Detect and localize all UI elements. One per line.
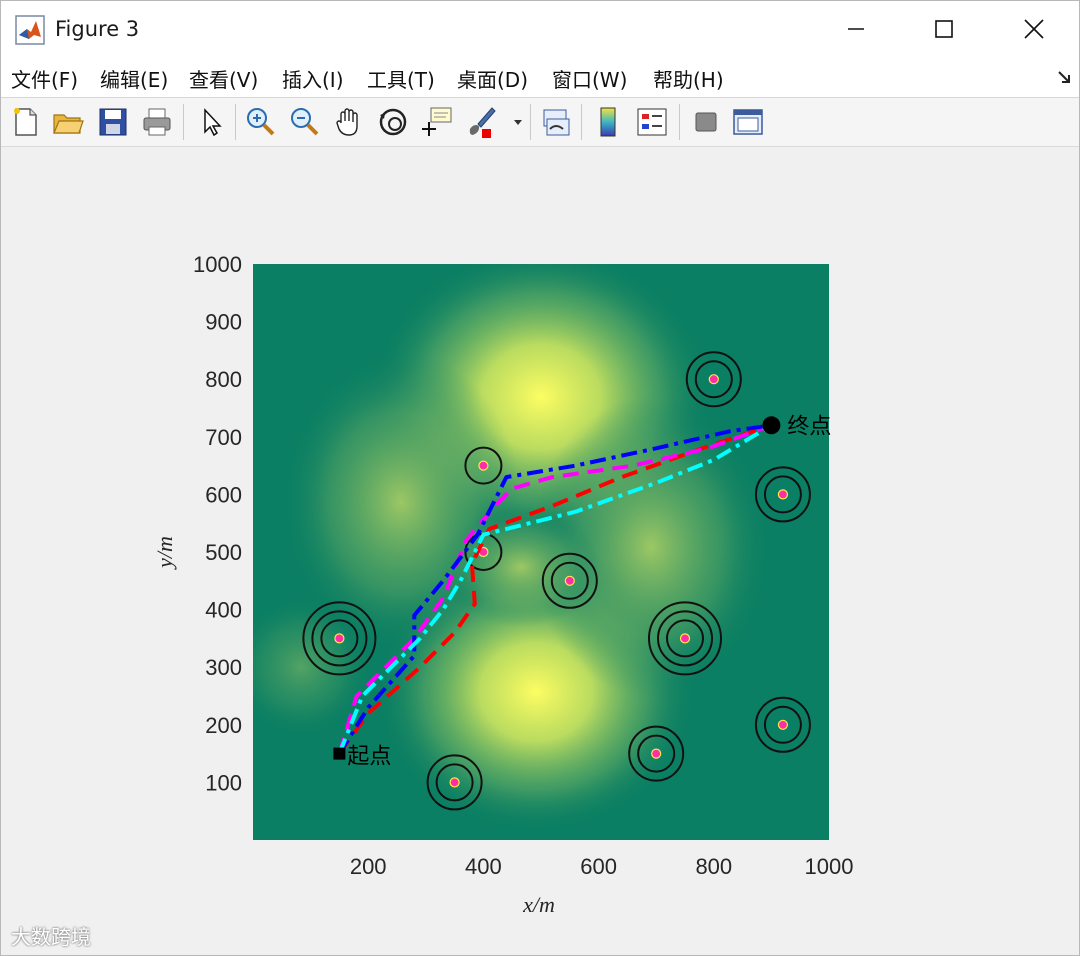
obstacle-center — [478, 460, 489, 471]
figure-toolbar — [1, 98, 1079, 147]
close-button[interactable] — [989, 1, 1079, 57]
data-cursor-icon — [422, 107, 452, 136]
obstacle-center — [708, 374, 719, 385]
y-tick-label: 100 — [205, 770, 242, 795]
toolbar-separator — [235, 104, 236, 140]
y-tick-label: 700 — [205, 425, 242, 450]
x-tick-label: 1000 — [805, 854, 854, 879]
rotate-3d-icon — [379, 108, 407, 136]
axes[interactable]: 起点 终点 200 400 600 800 1000 100 200 300 400 500 600… — [152, 247, 853, 917]
y-tick-label: 300 — [205, 655, 242, 680]
minimize-button[interactable] — [811, 1, 901, 57]
menu-insert[interactable]: 插入(I) — [282, 64, 344, 93]
print-button[interactable] — [140, 105, 174, 139]
menu-window[interactable]: 窗口(W) — [552, 64, 627, 93]
zoom-out-button[interactable] — [288, 105, 322, 139]
toolbar-separator — [581, 104, 582, 140]
y-axis-label: y/m — [152, 536, 177, 570]
y-tick-label: 1000 — [193, 252, 242, 277]
brush-button[interactable] — [464, 105, 498, 139]
link-plot-button[interactable] — [539, 105, 573, 139]
pan-hand-icon — [336, 108, 358, 136]
insert-colorbar-button[interactable] — [591, 105, 625, 139]
x-tick-labels: 200 400 600 800 1000 — [350, 854, 854, 879]
link-plot-icon — [543, 109, 570, 136]
hide-plot-tools-button[interactable] — [689, 105, 723, 139]
start-label: 起点 — [347, 745, 391, 770]
minimize-icon — [848, 28, 864, 30]
watermark: 大数跨境 — [11, 921, 91, 950]
plot-svg[interactable]: 起点 终点 200 400 600 800 1000 100 200 300 400 500 600… — [1, 147, 1079, 955]
new-file-icon — [14, 108, 37, 136]
dock-arrow-icon[interactable] — [1057, 70, 1073, 86]
obstacle-center — [777, 489, 789, 500]
title-bar: Figure 3 — [1, 1, 1079, 57]
brush-dropdown-icon[interactable] — [513, 117, 523, 127]
save-button[interactable] — [96, 105, 130, 139]
zoom-in-button[interactable] — [244, 105, 278, 139]
x-tick-label: 600 — [580, 854, 617, 879]
menu-desktop[interactable]: 桌面(D) — [457, 64, 528, 93]
new-figure-button[interactable] — [9, 105, 43, 139]
colorbar-icon — [600, 107, 616, 137]
menu-bar: 文件(F) 编辑(E) 查看(V) 插入(I) 工具(T) 桌面(D) 窗口(W… — [1, 57, 1079, 98]
data-cursor-button[interactable] — [420, 105, 454, 139]
x-axis-label: x/m — [522, 892, 555, 917]
x-tick-label: 800 — [695, 854, 732, 879]
brush-icon — [469, 107, 496, 138]
obstacle-center — [651, 748, 662, 759]
end-label: 终点 — [787, 414, 831, 439]
y-tick-label: 400 — [205, 598, 242, 623]
menu-tools[interactable]: 工具(T) — [367, 64, 435, 93]
obstacle-center — [564, 575, 575, 586]
obstacle-center — [777, 719, 789, 730]
maximize-button[interactable] — [899, 1, 989, 57]
y-tick-label: 200 — [205, 713, 242, 738]
obstacle-center — [334, 633, 345, 644]
save-icon — [99, 108, 127, 136]
show-plot-tools-icon — [733, 109, 763, 135]
maximize-icon — [935, 20, 953, 38]
x-tick-label: 200 — [350, 854, 387, 879]
edit-plot-button[interactable] — [194, 105, 228, 139]
window-title: Figure 3 — [55, 17, 140, 41]
zoom-in-icon — [247, 108, 275, 136]
legend-icon — [637, 108, 667, 136]
insert-legend-button[interactable] — [635, 105, 669, 139]
open-file-button[interactable] — [51, 105, 85, 139]
figure-window: Figure 3 文件(F) 编辑(E) 查看(V) 插入(I) 工具(T) 桌… — [0, 0, 1080, 956]
y-tick-label: 500 — [205, 540, 242, 565]
menu-view[interactable]: 查看(V) — [189, 64, 258, 93]
toolbar-separator — [183, 104, 184, 140]
rotate-3d-button[interactable] — [376, 105, 410, 139]
hide-plot-tools-icon — [695, 112, 717, 132]
zoom-out-icon — [291, 108, 319, 136]
x-tick-label: 400 — [465, 854, 502, 879]
obstacle-center — [679, 633, 691, 644]
y-tick-label: 900 — [205, 310, 242, 335]
open-folder-icon — [53, 114, 84, 134]
obstacle-center — [449, 777, 460, 788]
pointer-icon — [204, 108, 222, 137]
start-marker — [333, 747, 346, 760]
menu-file[interactable]: 文件(F) — [11, 64, 78, 93]
print-icon — [143, 108, 171, 136]
y-tick-label: 800 — [205, 367, 242, 392]
y-tick-label: 600 — [205, 482, 242, 507]
toolbar-separator — [530, 104, 531, 140]
pan-button[interactable] — [332, 105, 366, 139]
y-tick-labels: 100 200 300 400 500 600 700 800 900 1000 — [193, 252, 242, 795]
watermark-text: 大数跨境 — [11, 925, 91, 949]
toolbar-separator — [679, 104, 680, 140]
menu-help[interactable]: 帮助(H) — [653, 64, 724, 93]
end-marker — [762, 416, 781, 435]
show-plot-tools-button[interactable] — [731, 105, 765, 139]
menu-edit[interactable]: 编辑(E) — [100, 64, 168, 93]
figure-canvas: 起点 终点 200 400 600 800 1000 100 200 300 400 500 600… — [1, 147, 1079, 955]
close-icon — [1024, 19, 1044, 39]
matlab-logo-icon — [15, 15, 45, 45]
